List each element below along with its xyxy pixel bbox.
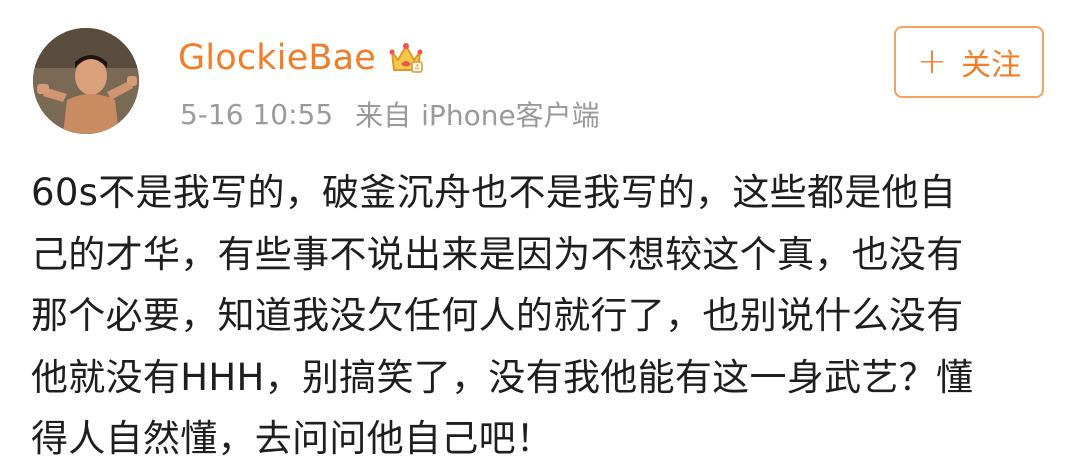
content-line: 己的才华，有些事不说出来是因为不想较这个真，也没有 bbox=[31, 232, 964, 276]
username-row: GlockieBae 4 bbox=[178, 30, 424, 86]
post-source: iPhone客户端 bbox=[421, 99, 600, 132]
user-avatar[interactable] bbox=[33, 28, 139, 134]
avatar-image bbox=[33, 28, 139, 134]
content-line: 得人自然懂，去问问他自己吧！ bbox=[31, 417, 554, 460]
content-line: 60s不是我写的，破釜沉舟也不是我写的，这些都是他自 bbox=[31, 171, 957, 214]
post-time[interactable]: 5-16 10:55 bbox=[180, 98, 333, 131]
follow-button[interactable]: + 关注 bbox=[894, 26, 1044, 98]
svg-text:4: 4 bbox=[415, 63, 420, 72]
source-prefix: 来自 bbox=[355, 99, 412, 132]
username-link[interactable]: GlockieBae bbox=[178, 38, 376, 78]
post-meta: 5-16 10:55 来自 iPhone客户端 bbox=[180, 94, 600, 134]
follow-button-label: 关注 bbox=[961, 48, 1022, 83]
weibo-post-card: GlockieBae 4 5-16 10:55 来自 iPhone客户端 + 关… bbox=[0, 0, 1080, 476]
post-content: 60s不是我写的，破釜沉舟也不是我写的，这些都是他自 己的才华，有些事不说出来是… bbox=[31, 162, 1061, 470]
content-line: 那个必要，知道我没欠任何人的就行了，也别说什么没有 bbox=[31, 294, 964, 337]
content-line: 他就没有HHH，别搞笑了，没有我他能有这一身武艺？懂 bbox=[31, 355, 974, 399]
crown-vip-icon[interactable]: 4 bbox=[388, 40, 424, 76]
plus-icon: + bbox=[916, 41, 948, 82]
